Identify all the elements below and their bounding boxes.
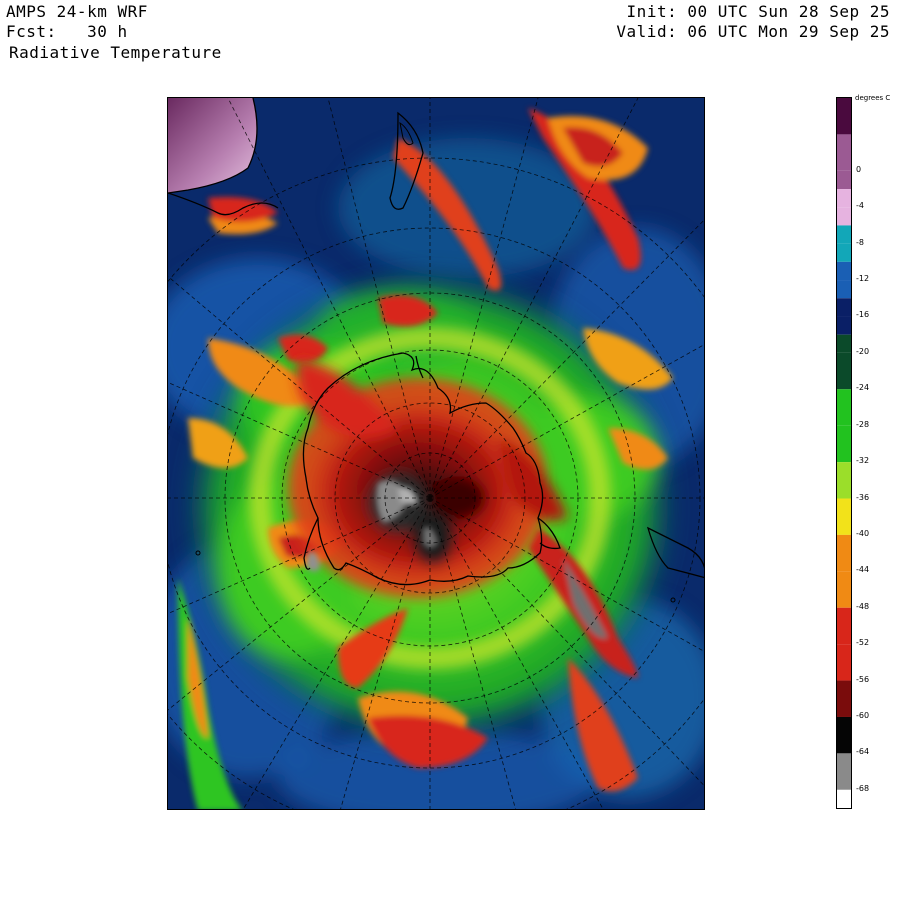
color-scale-swatch xyxy=(837,425,851,463)
color-scale-tick-label: -52 xyxy=(856,638,870,648)
color-scale-swatch xyxy=(837,680,851,717)
color-scale-swatch xyxy=(837,571,851,608)
model-title: AMPS 24-km WRF xyxy=(6,2,148,21)
color-scale-swatch xyxy=(837,498,851,535)
color-scale-tick-label: -60 xyxy=(856,710,870,720)
color-scale-tick-label: -36 xyxy=(856,492,870,502)
color-scale-swatch xyxy=(837,261,851,281)
map-panel xyxy=(167,97,705,810)
color-scale-swatch xyxy=(837,280,851,299)
color-scale-swatch xyxy=(837,298,851,317)
color-scale-swatch xyxy=(837,316,851,335)
color-scale-tick-label: -48 xyxy=(856,601,870,611)
color-scale-swatch xyxy=(837,170,851,190)
color-scale-tick-label: -4 xyxy=(856,201,864,211)
color-scale-tick-label: -24 xyxy=(856,383,870,393)
radiative-temperature-map xyxy=(168,98,704,809)
color-scale-swatch xyxy=(837,607,851,645)
color-scale-bar xyxy=(836,97,852,809)
color-scale-swatch xyxy=(837,207,851,226)
color-scale-swatch xyxy=(837,753,851,790)
color-scale-tick-label: -12 xyxy=(856,274,870,284)
color-scale-tick-label: -40 xyxy=(856,528,870,538)
color-scale-tick-label: -20 xyxy=(856,346,870,356)
color-scale-tick-label: -16 xyxy=(856,310,870,320)
color-scale-gradient xyxy=(837,98,851,808)
color-scale-swatch xyxy=(837,225,851,244)
color-scale-swatch xyxy=(837,243,851,262)
color-scale-swatch xyxy=(837,716,851,754)
init-time: Init: 00 UTC Sun 28 Sep 25 xyxy=(626,2,890,21)
valid-time: Valid: 06 UTC Mon 29 Sep 25 xyxy=(616,22,890,41)
color-scale-tick-label: -32 xyxy=(856,456,870,466)
color-scale-swatch xyxy=(837,789,851,808)
color-scale-tick-label: -8 xyxy=(856,237,864,247)
color-scale-swatch xyxy=(837,644,851,681)
color-scale-swatch xyxy=(837,134,851,171)
color-scale-tick-label: -64 xyxy=(856,747,870,757)
forecast-hour: Fcst: 30 h xyxy=(6,22,128,41)
field-name: Radiative Temperature xyxy=(9,43,222,62)
color-scale-tick-label: -68 xyxy=(856,783,870,793)
color-scale-swatch xyxy=(837,534,851,572)
color-scale-swatch xyxy=(837,389,851,426)
color-scale-tick-label: -44 xyxy=(856,565,870,575)
color-scale-swatch xyxy=(837,334,851,353)
color-scale-tick-label: -56 xyxy=(856,674,870,684)
color-scale-swatch xyxy=(837,352,851,390)
color-scale-units: degrees C xyxy=(855,94,891,102)
color-scale-tick-label: -28 xyxy=(856,419,870,429)
color-scale-swatch xyxy=(837,462,851,499)
color-scale-swatch xyxy=(837,98,851,135)
color-scale-swatch xyxy=(837,189,851,208)
color-scale-tick-label: 0 xyxy=(856,164,862,174)
